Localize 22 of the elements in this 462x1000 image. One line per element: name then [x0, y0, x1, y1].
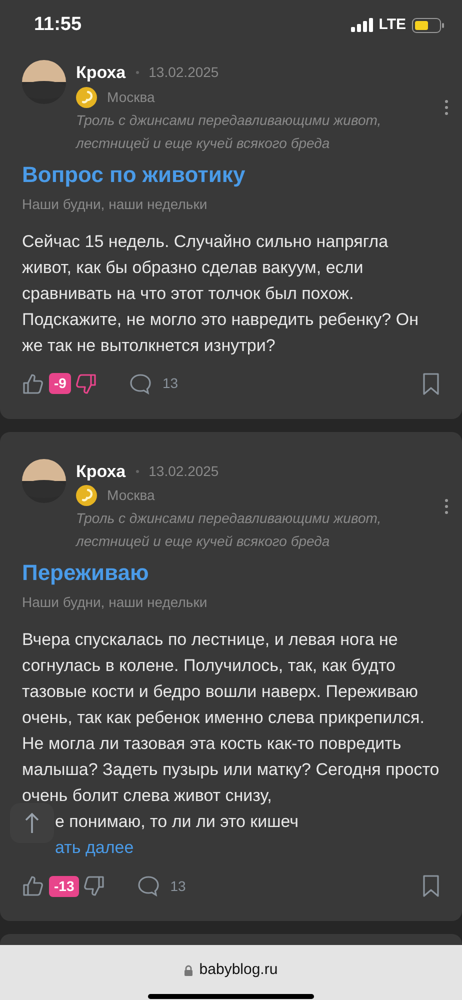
user-status: Троль с джинсами передавливающими живот, лестницей и еще кучей всякого бреда: [76, 509, 382, 551]
post-title[interactable]: Вопрос по животику: [22, 160, 440, 188]
read-more-link[interactable]: ать далее: [55, 835, 134, 861]
post-date: 13.02.2025: [148, 63, 219, 82]
community-link[interactable]: Наши будни, наши недельки: [22, 592, 440, 613]
rating-badge: -13: [49, 876, 80, 896]
post-date: 13.02.2025: [148, 462, 219, 481]
user-status: Троль с джинсами передавливающими живот, лестницей и еще кучей всякого бреда: [76, 110, 382, 153]
community-link[interactable]: Наши будни, наши недельки: [22, 194, 440, 214]
author-name[interactable]: Кроха: [76, 60, 126, 86]
post-body: Сейчас 15 недель. Случайно сильно напрягла живот, как бы образно сделав вакуум, если сравнивать на что этот толчок был похож. Подскажите, не могло это навредить ребенку? Он же так не вытолкнется изнутри?: [22, 230, 420, 356]
network-label: LTE: [378, 14, 406, 35]
clock: 11:55: [34, 12, 82, 37]
post-title[interactable]: Переживаю: [22, 559, 440, 587]
city-label: Москва: [107, 88, 155, 106]
rating-badge: -9: [49, 373, 72, 394]
city-label: Москва: [107, 486, 155, 505]
comment-count: 13: [170, 876, 186, 896]
post-body-tail: е понимаю, то ли ли это кишеч: [55, 811, 299, 833]
author-name[interactable]: Кроха: [76, 458, 126, 484]
comment-count: 13: [162, 374, 178, 393]
url-text[interactable]: babyblog.ru: [199, 959, 278, 982]
